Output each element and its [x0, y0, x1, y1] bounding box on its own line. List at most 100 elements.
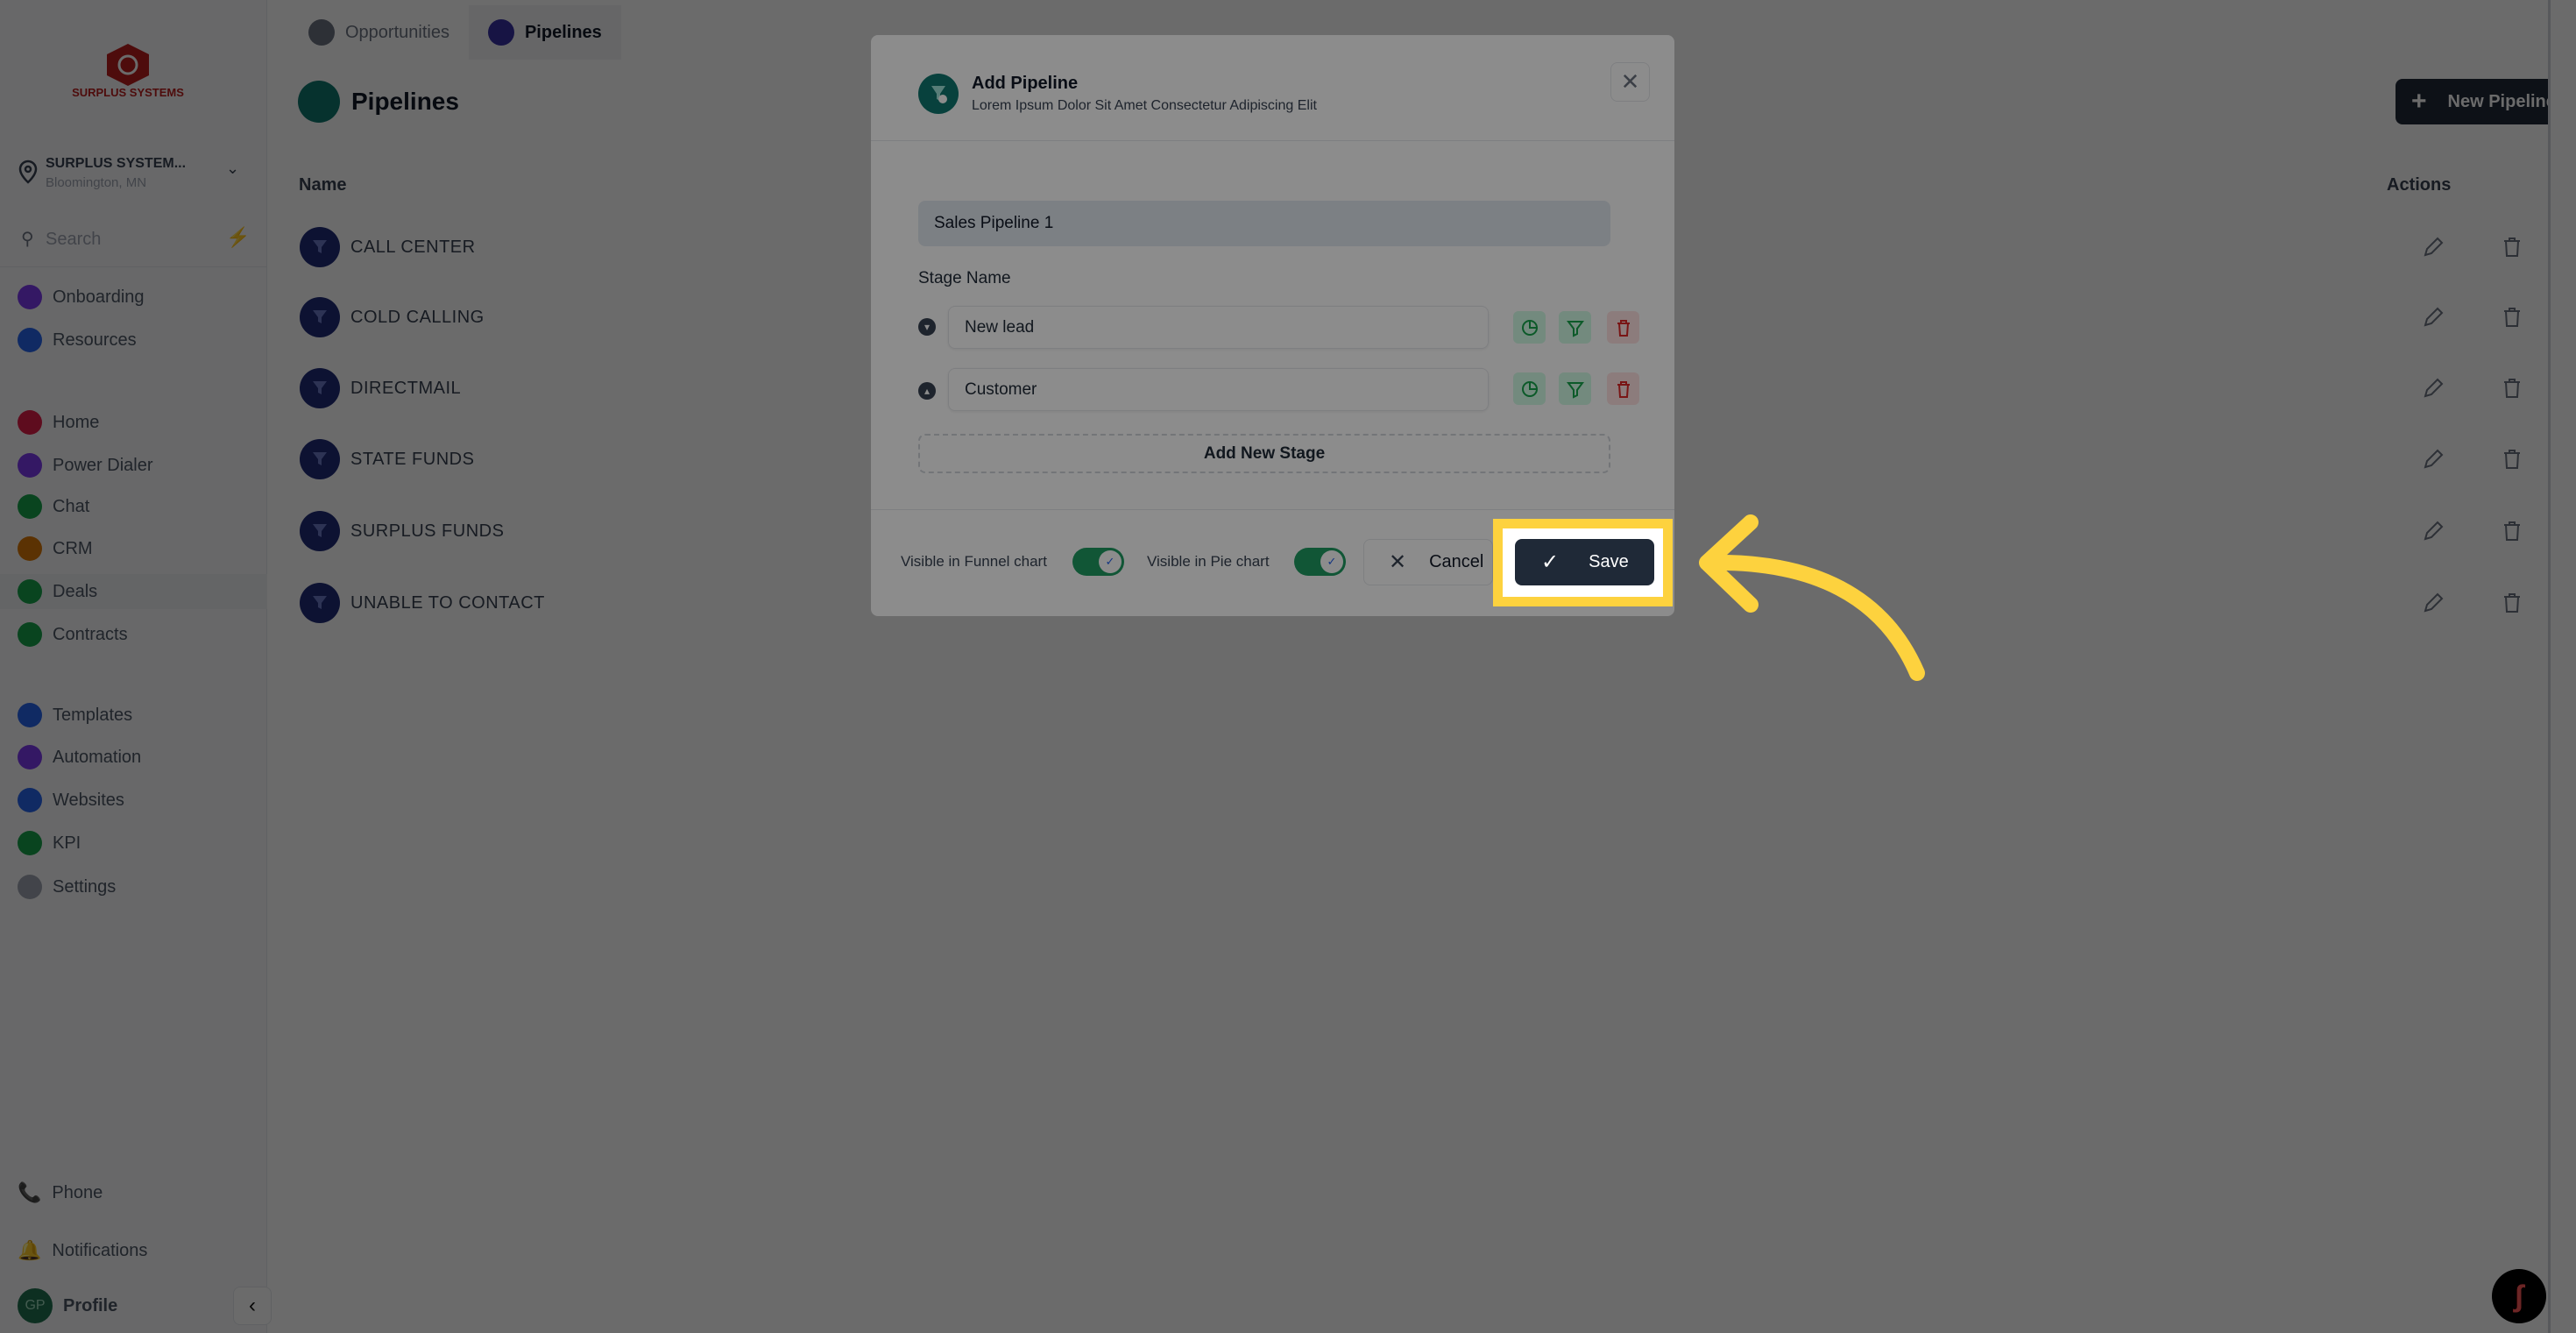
trash-icon	[2504, 308, 2520, 327]
chat-icon	[18, 494, 42, 519]
delete-stage-button[interactable]	[1607, 372, 1639, 405]
settings-icon	[18, 875, 42, 899]
pencil-icon	[2424, 521, 2444, 541]
stage-input[interactable]: New lead	[948, 306, 1489, 349]
location-name: SURPLUS SYSTEM...	[46, 156, 187, 171]
button-label: New Pipeline	[2447, 91, 2548, 111]
kpi-icon	[18, 831, 42, 855]
table-row[interactable]: COLD CALLING	[300, 296, 485, 338]
delete-button[interactable]	[2495, 442, 2530, 477]
collapse-sidebar-button[interactable]: ‹	[233, 1287, 272, 1325]
search-placeholder: Search	[46, 230, 102, 249]
edit-button[interactable]	[2416, 371, 2451, 406]
delete-button[interactable]	[2495, 514, 2530, 549]
sidebar-item-templates[interactable]: Templates	[18, 698, 132, 733]
edit-button[interactable]	[2416, 514, 2451, 549]
sidebar-item-label: Contracts	[53, 624, 128, 644]
trash-icon	[1617, 319, 1630, 337]
button-label: Cancel	[1429, 552, 1484, 571]
new-pipeline-button[interactable]: + New Pipeline	[2396, 79, 2548, 124]
funnel-icon	[300, 368, 340, 408]
sidebar-item-deals[interactable]: Deals	[0, 574, 267, 609]
stage-name-label: Stage Name	[918, 269, 1011, 287]
sidebar-item-phone[interactable]: 📞 Phone	[18, 1175, 103, 1210]
edit-button[interactable]	[2416, 230, 2451, 265]
delete-button[interactable]	[2495, 300, 2530, 335]
sidebar-item-resources[interactable]: Resources	[18, 323, 137, 358]
deals-icon	[18, 579, 42, 604]
pipeline-name: CALL CENTER	[350, 237, 476, 257]
sidebar-item-crm[interactable]: CRM	[18, 531, 93, 566]
websites-icon	[18, 788, 42, 812]
tab-opportunities[interactable]: Opportunities	[289, 5, 469, 60]
close-button[interactable]: ✕	[1610, 62, 1650, 102]
chevron-down-icon: ⌄	[226, 160, 240, 177]
delete-button[interactable]	[2495, 230, 2530, 265]
sidebar-item-notifications[interactable]: 🔔 Notifications	[18, 1233, 147, 1268]
pie-visibility-button[interactable]	[1513, 311, 1546, 344]
table-row[interactable]: UNABLE TO CONTACT	[300, 582, 545, 624]
pie-visibility-label: Visible in Pie chart	[1147, 553, 1270, 570]
pipeline-name-input[interactable]: Sales Pipeline 1	[918, 201, 1610, 246]
sidebar-item-label: CRM	[53, 538, 93, 558]
sidebar-item-chat[interactable]: Chat	[18, 489, 89, 524]
check-icon: ✓	[1099, 550, 1122, 573]
sidebar-item-label: Chat	[53, 496, 90, 516]
funnel-visibility-button[interactable]	[1559, 311, 1591, 344]
pipelines-funnel-icon	[298, 81, 340, 123]
sidebar-item-websites[interactable]: Websites	[18, 783, 124, 818]
resources-icon	[18, 328, 42, 352]
tab-pipelines[interactable]: Pipelines	[468, 5, 621, 60]
cancel-button[interactable]: ✕ Cancel	[1363, 539, 1493, 585]
move-down-icon[interactable]: ▾	[918, 318, 936, 336]
pencil-icon	[2424, 449, 2444, 469]
templates-icon	[18, 703, 42, 727]
table-row[interactable]: STATE FUNDS	[300, 438, 474, 480]
sidebar-item-settings[interactable]: Settings	[18, 869, 116, 904]
location-city: Bloomington, MN	[46, 175, 147, 190]
trash-icon	[2504, 450, 2520, 469]
funnel-icon	[1566, 381, 1584, 399]
modal-subtitle: Lorem Ipsum Dolor Sit Amet Consectetur A…	[972, 98, 1317, 113]
delete-button[interactable]	[2495, 371, 2530, 406]
sidebar-item-label: Settings	[53, 876, 117, 897]
table-row[interactable]: CALL CENTER	[300, 226, 476, 268]
close-icon: ✕	[1389, 550, 1407, 574]
edit-button[interactable]	[2416, 300, 2451, 335]
funnel-visibility-toggle[interactable]: ✓	[1072, 548, 1124, 576]
delete-stage-button[interactable]	[1607, 311, 1639, 344]
tab-bar: Opportunities Pipelines	[289, 5, 621, 60]
sidebar-item-power-dialer[interactable]: Power Dialer	[18, 448, 152, 483]
table-row[interactable]: DIRECTMAIL	[300, 367, 461, 409]
move-up-icon[interactable]: ▴	[918, 382, 936, 400]
funnel-icon	[300, 439, 340, 479]
pipeline-name: SURPLUS FUNDS	[350, 521, 505, 541]
edit-button[interactable]	[2416, 442, 2451, 477]
sidebar-item-onboarding[interactable]: Onboarding	[18, 280, 145, 315]
sidebar-item-profile[interactable]: GP Profile	[18, 1288, 117, 1323]
sidebar-item-automation[interactable]: Automation	[18, 740, 141, 775]
stage-input[interactable]: Customer	[948, 368, 1489, 411]
delete-button[interactable]	[2495, 585, 2530, 620]
trash-icon	[2504, 238, 2520, 257]
sidebar-item-label: Power Dialer	[53, 455, 153, 475]
pencil-icon	[2424, 592, 2444, 613]
location-switcher[interactable]: SURPLUS SYSTEM... Bloomington, MN ⌄	[16, 154, 252, 195]
sidebar-item-home[interactable]: Home	[18, 405, 99, 440]
sidebar-item-kpi[interactable]: KPI	[18, 826, 81, 861]
add-new-stage-button[interactable]: Add New Stage	[918, 434, 1610, 473]
pie-visibility-button[interactable]	[1513, 372, 1546, 405]
save-button[interactable]: ✓ Save	[1515, 539, 1654, 585]
button-label: Save	[1589, 552, 1629, 571]
bolt-icon[interactable]: ⚡	[226, 226, 250, 249]
funnel-icon	[300, 227, 340, 267]
table-row[interactable]: SURPLUS FUNDS	[300, 510, 504, 552]
pie-visibility-toggle[interactable]: ✓	[1294, 548, 1346, 576]
sidebar-item-label: Phone	[52, 1182, 103, 1202]
edit-button[interactable]	[2416, 585, 2451, 620]
funnel-visibility-button[interactable]	[1559, 372, 1591, 405]
search-input[interactable]: ⚲ Search ⚡	[16, 224, 252, 254]
sidebar-item-label: Websites	[53, 790, 124, 810]
chat-widget-button[interactable]: ∫	[2492, 1269, 2546, 1323]
sidebar-item-contracts[interactable]: Contracts	[18, 617, 128, 652]
